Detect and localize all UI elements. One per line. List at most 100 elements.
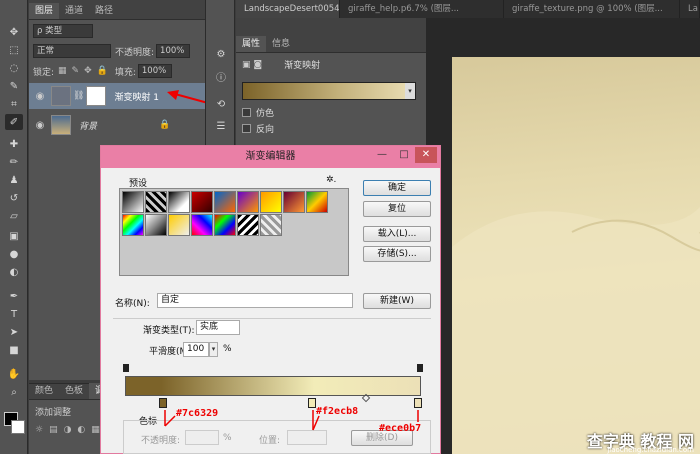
annotation-arrows-icon [164, 410, 419, 431]
tab-properties[interactable]: 属性 [236, 36, 267, 52]
presets-grid [119, 188, 349, 276]
preset-swatch[interactable] [306, 191, 328, 213]
blend-mode-select[interactable]: 正常 [33, 44, 111, 58]
hand-icon[interactable]: ✋ [5, 366, 23, 382]
preset-swatch[interactable] [214, 214, 236, 236]
preset-swatch[interactable] [237, 214, 259, 236]
preset-swatch[interactable] [122, 191, 144, 213]
minimize-icon[interactable]: — [371, 147, 393, 163]
presets-gear-icon[interactable]: ✲. [326, 175, 336, 185]
desert-dunes-image [452, 207, 700, 454]
layer-row[interactable]: ◉ 背景 🔒 [29, 112, 205, 138]
tab-info[interactable]: 信息 [266, 36, 296, 52]
preset-swatch[interactable] [145, 191, 167, 213]
adjust-sliders-icon[interactable]: ☰ [212, 118, 230, 134]
tab-swatches[interactable]: 色板 [59, 383, 89, 399]
tab-channels[interactable]: 通道 [59, 3, 89, 19]
preset-swatch[interactable] [214, 191, 236, 213]
info-icon[interactable]: ⓘ [212, 68, 230, 84]
gradient-icon[interactable]: ▣ [5, 228, 23, 244]
gradient-type-select[interactable]: 实底 [196, 320, 240, 335]
link-icon: ⛓ [73, 91, 85, 101]
shape-icon[interactable]: ■ [5, 342, 23, 358]
color-stop-icon[interactable] [159, 398, 167, 408]
document-tabs: LandscapeDesert0054_L.psd @ 5... giraffe… [236, 0, 700, 18]
fill-label: 填充: [114, 67, 136, 78]
preset-swatch[interactable] [237, 191, 259, 213]
kind-filter-select[interactable]: ρ 类型 [33, 24, 93, 38]
pen-icon[interactable]: ✒ [5, 288, 23, 304]
preset-swatch[interactable] [168, 191, 190, 213]
gradient-type-label: 渐变类型(T): [143, 326, 195, 336]
brush-icon[interactable]: ✏ [5, 154, 23, 170]
color-stop-icon[interactable] [308, 398, 316, 408]
color-stop-icon[interactable] [414, 398, 422, 408]
lock-icons[interactable]: ▦✎✥🔒 [58, 66, 113, 76]
stamp-icon[interactable]: ♟ [5, 172, 23, 188]
crop-icon[interactable]: ⌗ [5, 96, 23, 112]
properties-icon[interactable]: ⚙ [212, 46, 230, 62]
tab-paths[interactable]: 路径 [89, 3, 119, 19]
opacity-stop-icon[interactable] [123, 364, 129, 372]
properties-title: 渐变映射 [284, 61, 321, 71]
marquee-icon[interactable]: ⬚ [5, 42, 23, 58]
gradient-bar[interactable] [125, 376, 421, 396]
doc-tab[interactable]: giraffe_help.p6.7% (图层... [340, 0, 504, 18]
dither-label: 仿色 [256, 109, 275, 119]
path-select-icon[interactable]: ➤ [5, 324, 23, 340]
reverse-label: 反向 [256, 125, 275, 135]
save-button[interactable]: 存储(S)... [363, 246, 431, 262]
fill-input[interactable]: 100% [137, 64, 172, 78]
lasso-icon[interactable]: ◌ [5, 60, 23, 76]
close-icon[interactable]: ✕ [415, 147, 437, 163]
preset-swatch[interactable] [122, 214, 144, 236]
preset-swatch[interactable] [191, 191, 213, 213]
properties-panel: 属性 信息 ▣ ◙ 渐变映射 ▾ 仿色 反向 [236, 36, 426, 158]
quick-select-icon[interactable]: ✎ [5, 78, 23, 94]
smoothness-input[interactable]: 100 [183, 342, 209, 357]
doc-tab[interactable]: LandscapeDesert0054_L.psd @ 5... [236, 0, 340, 18]
document-canvas[interactable] [452, 57, 700, 454]
opacity-stop-icon[interactable] [417, 364, 423, 372]
layer-name: 渐变映射 1 [114, 92, 160, 103]
gradient-map-preview[interactable]: ▾ [242, 82, 416, 100]
visibility-eye-icon[interactable]: ◉ [33, 120, 47, 131]
doc-tab[interactable]: giraffe_texture.png @ 100% (图层... [504, 0, 680, 18]
preset-swatch[interactable] [191, 214, 213, 236]
new-button[interactable]: 新建(W) [363, 293, 431, 309]
visibility-eye-icon[interactable]: ◉ [33, 91, 47, 102]
preset-swatch[interactable] [168, 214, 190, 236]
dither-checkbox[interactable] [242, 108, 251, 117]
zoom-icon[interactable]: ⌕ [5, 384, 23, 400]
maximize-icon[interactable]: □ [393, 147, 415, 163]
smoothness-dropdown-icon[interactable]: ▾ [209, 342, 218, 357]
tools-panel: ✥ ⬚ ◌ ✎ ⌗ ✐ ✚ ✏ ♟ ↺ ▱ ▣ ● ◐ ✒ T ➤ ■ ✋ ⌕ [0, 0, 28, 454]
eyedropper-icon[interactable]: ✐ [5, 114, 23, 130]
reverse-checkbox[interactable] [242, 124, 251, 133]
load-button[interactable]: 载入(L)... [363, 226, 431, 242]
name-input[interactable]: 自定 [157, 293, 353, 308]
opacity-input[interactable]: 100% [156, 44, 191, 58]
preset-swatch[interactable] [145, 214, 167, 236]
healing-icon[interactable]: ✚ [5, 136, 23, 152]
preset-swatch[interactable] [283, 191, 305, 213]
reset-button[interactable]: 复位 [363, 201, 431, 217]
eraser-icon[interactable]: ▱ [5, 208, 23, 224]
tab-color[interactable]: 颜色 [29, 383, 59, 399]
name-label: 名称(N): [115, 299, 150, 309]
ok-button[interactable]: 确定 [363, 180, 431, 196]
preset-swatch[interactable] [260, 191, 282, 213]
preset-swatch[interactable] [260, 214, 282, 236]
smoothness-unit: % [223, 344, 232, 354]
history-brush-icon[interactable]: ↺ [5, 190, 23, 206]
move-icon[interactable]: ✥ [5, 24, 23, 40]
background-color-swatch[interactable] [11, 420, 25, 434]
dodge-icon[interactable]: ◐ [5, 264, 23, 280]
history-icon[interactable]: ⟲ [212, 96, 230, 112]
type-icon[interactable]: T [5, 306, 23, 322]
lock-icon: 🔒 [159, 120, 171, 130]
gradient-editor-dialog: 渐变编辑器 — □ ✕ 预设 ✲. 确定 复位 载入(L)... 存储(S)..… [100, 145, 441, 454]
tab-layers[interactable]: 图层 [29, 3, 60, 19]
blur-icon[interactable]: ● [5, 246, 23, 262]
doc-tab[interactable]: La [680, 0, 700, 18]
